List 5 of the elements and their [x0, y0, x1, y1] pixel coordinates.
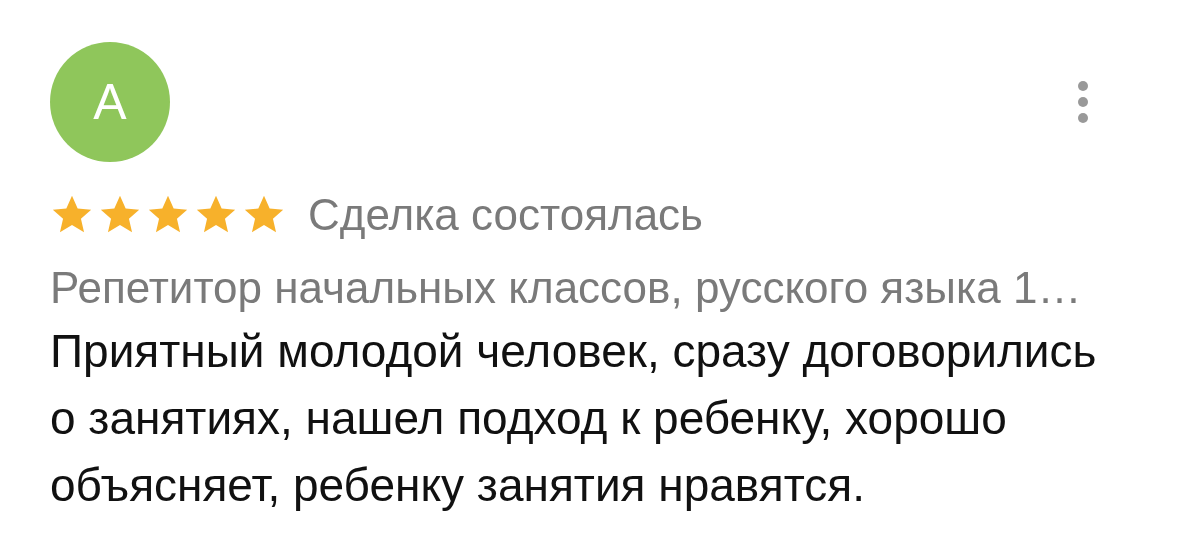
review-text: Приятный молодой человек, сразу договорились о занятиях, нашел подход к ребенку, хорошо объясняет, ребенку занятия нравятся. — [50, 324, 1098, 513]
deal-status: Сделка состоялась — [308, 190, 704, 240]
avatar: A — [50, 42, 170, 162]
subject-text: Репетитор начальных классов, русского языка 1… — [50, 262, 1083, 314]
more-options-icon[interactable] — [1076, 80, 1090, 124]
